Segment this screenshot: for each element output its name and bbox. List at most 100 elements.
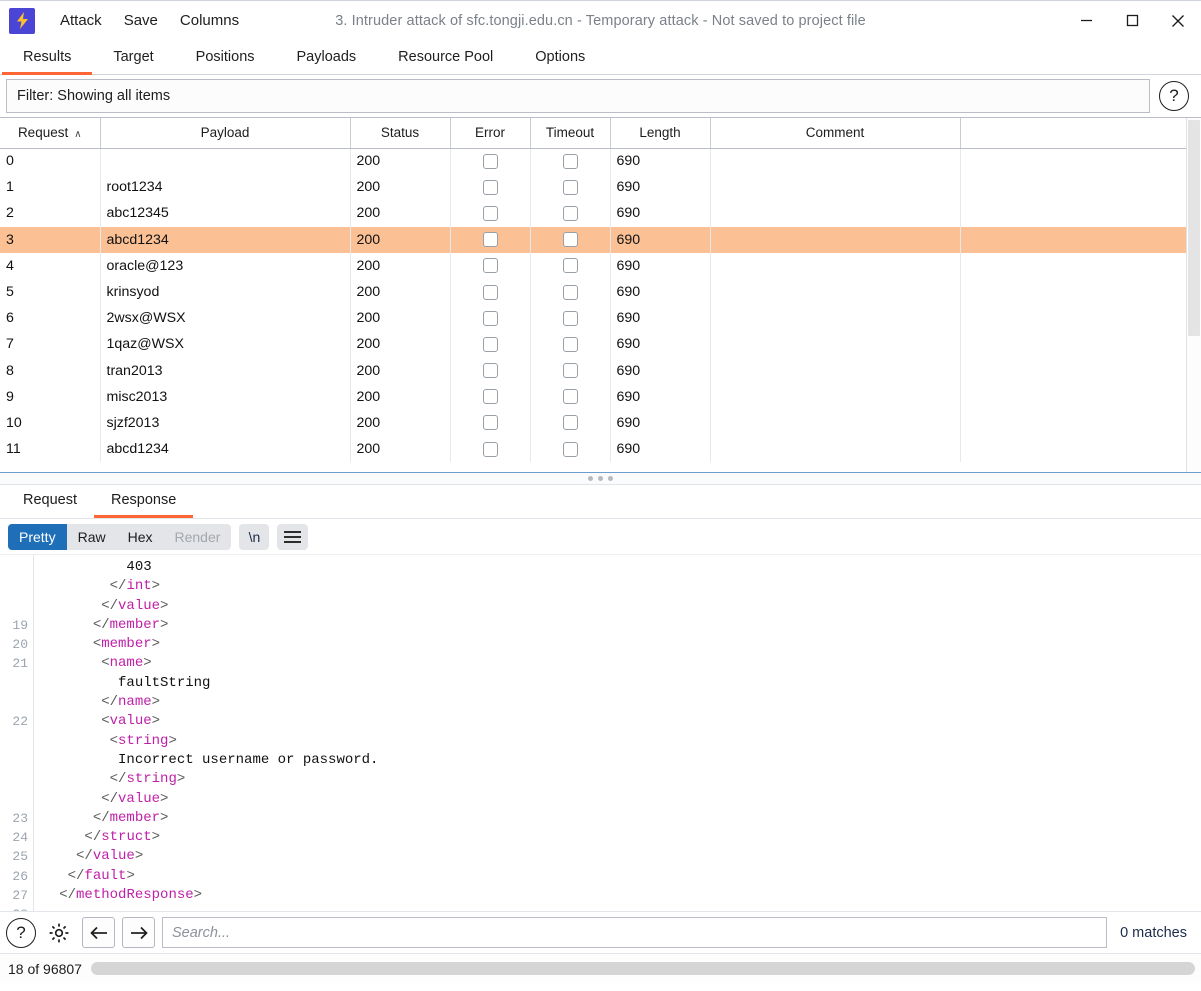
column-header-error[interactable]: Error xyxy=(450,118,531,149)
error-checkbox[interactable] xyxy=(482,232,498,248)
column-header-status[interactable]: Status xyxy=(350,118,451,149)
error-checkbox[interactable] xyxy=(482,441,498,457)
cell-error[interactable] xyxy=(450,436,531,463)
table-row[interactable]: 2 abc12345 200 690 xyxy=(0,200,1186,227)
cell-timeout[interactable] xyxy=(530,226,611,253)
menu-save[interactable]: Save xyxy=(113,8,169,33)
cell-error[interactable] xyxy=(450,383,531,410)
timeout-checkbox[interactable] xyxy=(562,205,578,221)
table-row[interactable]: 0 200 690 xyxy=(0,148,1186,175)
cell-timeout[interactable] xyxy=(530,252,611,279)
column-header-timeout[interactable]: Timeout xyxy=(530,118,611,149)
timeout-checkbox[interactable] xyxy=(562,389,578,405)
view-mode-pretty[interactable]: Pretty xyxy=(8,523,67,550)
table-row[interactable]: 11 abcd1234 200 690 xyxy=(0,436,1186,463)
cell-error[interactable] xyxy=(450,409,531,437)
gear-icon[interactable] xyxy=(43,917,75,949)
tab-options[interactable]: Options xyxy=(514,41,606,75)
menu-columns[interactable]: Columns xyxy=(169,8,250,33)
timeout-checkbox[interactable] xyxy=(562,310,578,326)
error-checkbox[interactable] xyxy=(482,205,498,221)
table-row[interactable]: 4 oracle@123 200 690 xyxy=(0,252,1186,279)
results-vertical-scrollbar[interactable] xyxy=(1186,118,1201,472)
error-checkbox[interactable] xyxy=(482,363,498,379)
timeout-checkbox[interactable] xyxy=(562,179,578,195)
minimize-icon[interactable] xyxy=(1063,1,1109,41)
cell-timeout[interactable] xyxy=(530,305,611,332)
hamburger-icon[interactable] xyxy=(277,523,309,550)
error-checkbox[interactable] xyxy=(482,415,498,431)
table-row[interactable]: 9 misc2013 200 690 xyxy=(0,383,1186,410)
timeout-checkbox[interactable] xyxy=(562,153,578,169)
cell-error[interactable] xyxy=(450,200,531,227)
tab-payloads[interactable]: Payloads xyxy=(276,41,378,75)
arrow-right-icon[interactable] xyxy=(122,917,155,948)
tab-target[interactable]: Target xyxy=(92,41,174,75)
newline-toggle-button[interactable]: \n xyxy=(239,523,270,550)
search-help-icon[interactable]: ? xyxy=(6,917,36,948)
error-checkbox[interactable] xyxy=(482,284,498,300)
arrow-left-icon[interactable] xyxy=(82,917,115,948)
search-input[interactable]: Search... xyxy=(162,917,1108,948)
column-header-comment[interactable]: Comment xyxy=(710,118,961,149)
timeout-checkbox[interactable] xyxy=(562,232,578,248)
table-row[interactable]: 10 sjzf2013 200 690 xyxy=(0,409,1186,437)
cell-timeout[interactable] xyxy=(530,174,611,201)
timeout-checkbox[interactable] xyxy=(562,258,578,274)
table-row[interactable]: 3 abcd1234 200 690 xyxy=(0,226,1186,253)
cell-error[interactable] xyxy=(450,252,531,279)
response-body-code[interactable]: 403 </int> </value> </member> <member> <… xyxy=(34,555,1201,911)
results-scrollbar-thumb[interactable] xyxy=(1188,120,1200,336)
column-header-payload[interactable]: Payload xyxy=(100,118,351,149)
cell-timeout[interactable] xyxy=(530,409,611,437)
table-row[interactable]: 7 1qaz@WSX 200 690 xyxy=(0,331,1186,358)
filter-bar[interactable]: Filter: Showing all items xyxy=(6,79,1150,113)
cell-timeout[interactable] xyxy=(530,278,611,306)
cell-timeout[interactable] xyxy=(530,148,611,175)
cell-error[interactable] xyxy=(450,226,531,253)
timeout-checkbox[interactable] xyxy=(562,415,578,431)
tab-response[interactable]: Response xyxy=(94,485,194,518)
table-row[interactable]: 8 tran2013 200 690 xyxy=(0,357,1186,384)
horizontal-scrollbar[interactable] xyxy=(90,962,1195,975)
tab-resource-pool[interactable]: Resource Pool xyxy=(377,41,514,75)
cell-timeout[interactable] xyxy=(530,357,611,384)
panel-splitter[interactable] xyxy=(0,472,1201,485)
view-mode-raw[interactable]: Raw xyxy=(67,524,117,550)
column-header-length[interactable]: Length xyxy=(610,118,711,149)
view-mode-hex[interactable]: Hex xyxy=(117,524,164,550)
error-checkbox[interactable] xyxy=(482,389,498,405)
tab-results[interactable]: Results xyxy=(2,41,93,75)
timeout-checkbox[interactable] xyxy=(562,284,578,300)
timeout-checkbox[interactable] xyxy=(562,363,578,379)
cell-timeout[interactable] xyxy=(530,200,611,227)
cell-timeout[interactable] xyxy=(530,436,611,463)
cell-timeout[interactable] xyxy=(530,331,611,358)
xml-tag-name: value xyxy=(118,597,161,614)
tab-request[interactable]: Request xyxy=(6,485,94,518)
cell-error[interactable] xyxy=(450,331,531,358)
timeout-checkbox[interactable] xyxy=(562,336,578,352)
error-checkbox[interactable] xyxy=(482,310,498,326)
menu-attack[interactable]: Attack xyxy=(49,8,113,33)
table-row[interactable]: 1 root1234 200 690 xyxy=(0,174,1186,201)
cell-error[interactable] xyxy=(450,278,531,306)
cell-error[interactable] xyxy=(450,174,531,201)
table-row[interactable]: 5 krinsyod 200 690 xyxy=(0,278,1186,306)
filter-help-icon[interactable]: ? xyxy=(1159,81,1189,111)
table-row[interactable]: 6 2wsx@WSX 200 690 xyxy=(0,305,1186,332)
error-checkbox[interactable] xyxy=(482,179,498,195)
cell-error[interactable] xyxy=(450,357,531,384)
maximize-icon[interactable] xyxy=(1109,1,1155,41)
tab-positions[interactable]: Positions xyxy=(175,41,276,75)
cell-error[interactable] xyxy=(450,305,531,332)
cell-error[interactable] xyxy=(450,148,531,175)
error-checkbox[interactable] xyxy=(482,153,498,169)
column-header-request[interactable]: Request ∧ xyxy=(0,118,101,149)
response-viewer[interactable]: 19202122232425262728 403 </int> </value>… xyxy=(0,554,1201,911)
error-checkbox[interactable] xyxy=(482,336,498,352)
timeout-checkbox[interactable] xyxy=(562,441,578,457)
error-checkbox[interactable] xyxy=(482,258,498,274)
cell-timeout[interactable] xyxy=(530,383,611,410)
close-icon[interactable] xyxy=(1155,1,1201,41)
